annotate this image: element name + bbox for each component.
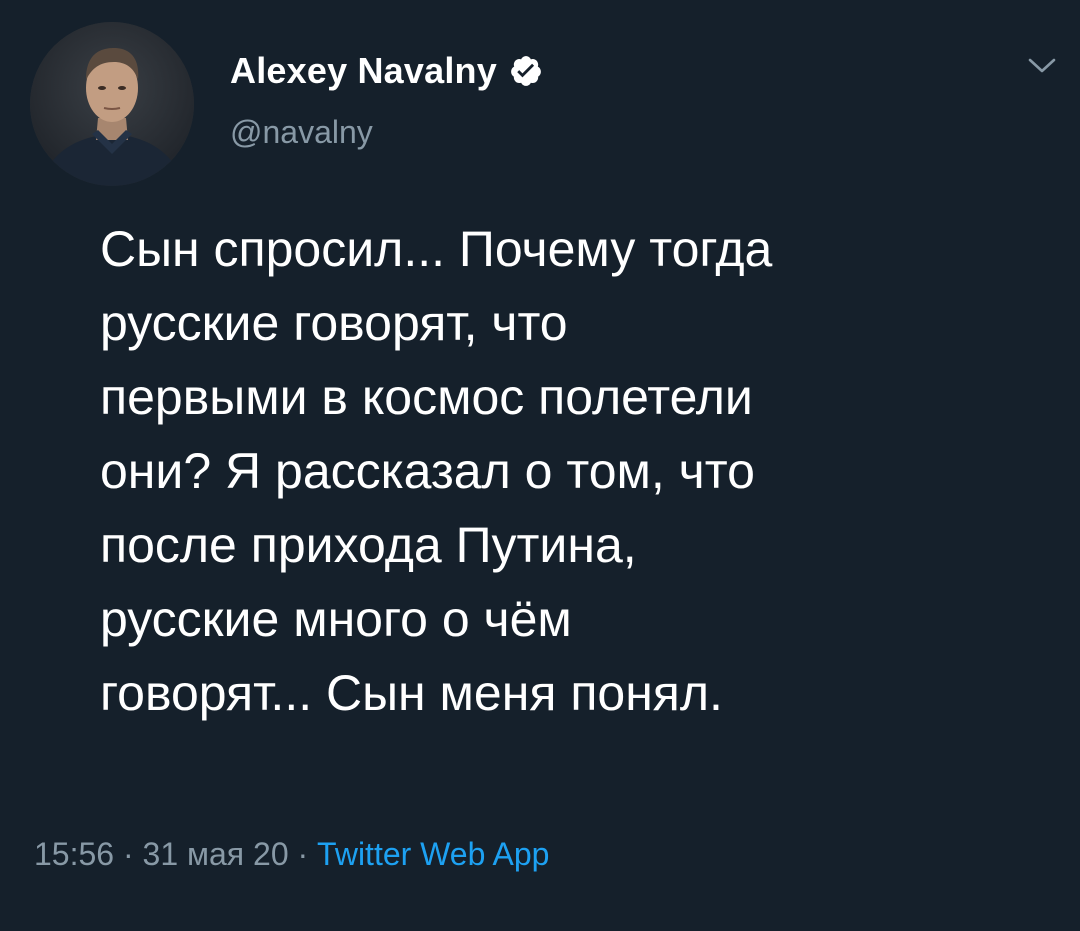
tweet-source-link[interactable]: Twitter Web App	[317, 836, 549, 872]
author-handle[interactable]: @navalny	[230, 114, 373, 151]
meta-separator: ·	[288, 836, 318, 872]
author-name-row: Alexey Navalny	[230, 46, 543, 96]
author-avatar[interactable]	[30, 22, 194, 186]
tweet-text: Сын спросил... Почему тогда русские гово…	[100, 221, 773, 721]
verified-badge-icon	[509, 54, 543, 88]
author-name[interactable]: Alexey Navalny	[230, 50, 497, 92]
avatar-photo	[30, 22, 194, 186]
chevron-down-icon[interactable]	[1022, 50, 1062, 80]
tweet-card: Alexey Navalny @navalny Сын спросил... П…	[0, 0, 1080, 931]
tweet-time[interactable]: 15:56	[34, 836, 114, 872]
tweet-metadata: 15:56 · 31 мая 20 · Twitter Web App	[34, 836, 549, 873]
meta-separator: ·	[114, 836, 143, 872]
tweet-date[interactable]: 31 мая 20	[143, 836, 289, 872]
